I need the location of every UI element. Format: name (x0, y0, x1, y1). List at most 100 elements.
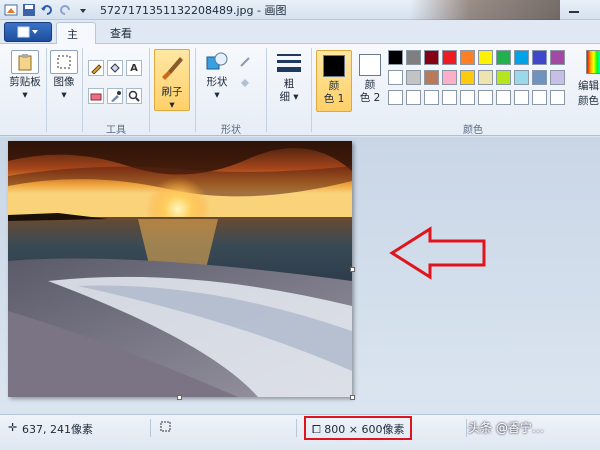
palette-swatch[interactable] (406, 70, 421, 85)
status-divider (296, 419, 297, 437)
cursor-position-icon: ✛ (8, 421, 18, 434)
palette-swatch[interactable] (532, 70, 547, 85)
chevron-down-icon: ▾ (169, 99, 175, 111)
image-size-highlight: ⧠ 800 × 600像素 (304, 416, 412, 440)
palette-swatch[interactable] (550, 50, 565, 65)
tools-group-label: 工具 (106, 125, 126, 136)
minimize-button[interactable] (560, 0, 588, 18)
paint-menu-icon (17, 26, 38, 38)
clipboard-icon (11, 50, 39, 74)
color1-swatch (323, 55, 345, 77)
eraser-icon[interactable] (88, 88, 104, 104)
outline-icon[interactable] (238, 54, 254, 70)
palette-swatch[interactable] (424, 50, 439, 65)
magnifier-icon[interactable] (126, 88, 142, 104)
shapes-button[interactable]: 形状 ▾ (199, 50, 235, 102)
sunset-beach-image[interactable] (8, 141, 352, 397)
palette-swatch[interactable] (406, 90, 421, 105)
palette-swatch[interactable] (550, 90, 565, 105)
palette-swatch[interactable] (514, 90, 529, 105)
brushes-button[interactable]: 刷子 ▾ (154, 49, 190, 111)
size-label-line1: 粗 (283, 78, 295, 90)
pencil-icon[interactable] (88, 60, 104, 76)
customize-quick-access-icon[interactable] (76, 3, 90, 17)
shapes-label: 形状 (206, 76, 228, 88)
edit-colors-button[interactable]: 编辑颜色 (578, 50, 600, 112)
color2-label-line1: 颜 (364, 79, 376, 91)
color1-button[interactable]: 颜 色 1 (316, 50, 352, 112)
shape-fill-icon[interactable] (238, 74, 254, 90)
palette-swatch[interactable] (550, 70, 565, 85)
palette-swatch[interactable] (406, 50, 421, 65)
palette-swatch[interactable] (532, 50, 547, 65)
palette-swatch[interactable] (442, 70, 457, 85)
text-tool-icon[interactable]: A (126, 60, 142, 76)
resize-handle-corner[interactable] (350, 395, 355, 400)
brush-icon (162, 57, 183, 80)
palette-swatch[interactable] (478, 50, 493, 65)
palette-swatch[interactable] (460, 50, 475, 65)
undo-icon[interactable] (40, 3, 54, 17)
image-button[interactable]: 图像 ▾ (48, 50, 80, 102)
palette-swatch[interactable] (478, 70, 493, 85)
image-label: 图像 (53, 76, 75, 88)
color2-swatch (359, 54, 381, 76)
ribbon-tab-row: 主页 查看 (0, 20, 600, 57)
group-divider (149, 48, 150, 132)
watermark: 头条 @香宁… (468, 421, 544, 435)
palette-swatch[interactable] (496, 90, 511, 105)
window-title: 572717135113220848​9.jpg - 画图 (100, 3, 287, 17)
color2-button[interactable]: 颜 色 2 (352, 50, 388, 112)
chevron-down-icon: ▾ (61, 89, 67, 101)
palette-swatch[interactable] (424, 70, 439, 85)
fill-bucket-icon[interactable] (107, 60, 123, 76)
status-bar: ✛ 637, 241像素 ⧠ 800 × 600像素 头条 @香宁… (0, 414, 600, 450)
resize-handle-bottom[interactable] (177, 395, 182, 400)
palette-swatch[interactable] (496, 50, 511, 65)
group-divider (266, 48, 267, 132)
palette-swatch[interactable] (514, 50, 529, 65)
cursor-position: 637, 241像素 (22, 423, 93, 436)
palette-swatch[interactable] (496, 70, 511, 85)
palette-swatch[interactable] (388, 90, 403, 105)
palette-swatch[interactable] (460, 70, 475, 85)
status-divider (466, 419, 467, 437)
status-divider (150, 419, 151, 437)
palette-swatch[interactable] (478, 90, 493, 105)
edit-colors-label: 编辑颜色 (578, 80, 599, 107)
size-label-line2: 细 (279, 91, 290, 103)
shapes-icon (203, 50, 231, 74)
chevron-down-icon: ▾ (214, 89, 220, 101)
palette-swatch[interactable] (514, 70, 529, 85)
palette-swatch[interactable] (388, 50, 403, 65)
paint-app-icon[interactable] (4, 3, 18, 17)
brush-label: 刷子 (161, 86, 183, 98)
color-picker-icon[interactable] (107, 88, 123, 104)
group-divider (311, 48, 312, 132)
red-arrow-annotation (389, 226, 486, 280)
resize-handle-right[interactable] (350, 267, 355, 272)
title-bar: 572717135113220848​9.jpg - 画图 (0, 0, 600, 20)
group-divider (46, 48, 47, 132)
canvas-area[interactable] (0, 137, 600, 413)
group-divider (195, 48, 196, 132)
palette-swatch[interactable] (424, 90, 439, 105)
tab-home[interactable]: 主页 (56, 22, 96, 57)
save-icon[interactable] (22, 3, 36, 17)
tab-view[interactable]: 查看 (100, 22, 142, 44)
color2-label-line2: 色 2 (359, 92, 381, 104)
palette-swatch[interactable] (442, 90, 457, 105)
size-button[interactable]: 粗 细 ▾ (270, 50, 308, 104)
color1-label-line1: 颜 (328, 80, 340, 92)
redo-icon[interactable] (58, 3, 72, 17)
palette-swatch[interactable] (442, 50, 457, 65)
colors-group-label: 颜色 (463, 125, 483, 136)
palette-swatch[interactable] (532, 90, 547, 105)
color1-label-line2: 色 1 (323, 93, 345, 105)
image-size: 800 × 600像素 (324, 423, 405, 436)
paint-menu-button[interactable] (4, 22, 52, 42)
clipboard-button[interactable]: 剪贴板 ▾ (6, 50, 44, 102)
palette-swatch[interactable] (460, 90, 475, 105)
palette-swatch[interactable] (388, 70, 403, 85)
line-size-icon (275, 50, 303, 76)
